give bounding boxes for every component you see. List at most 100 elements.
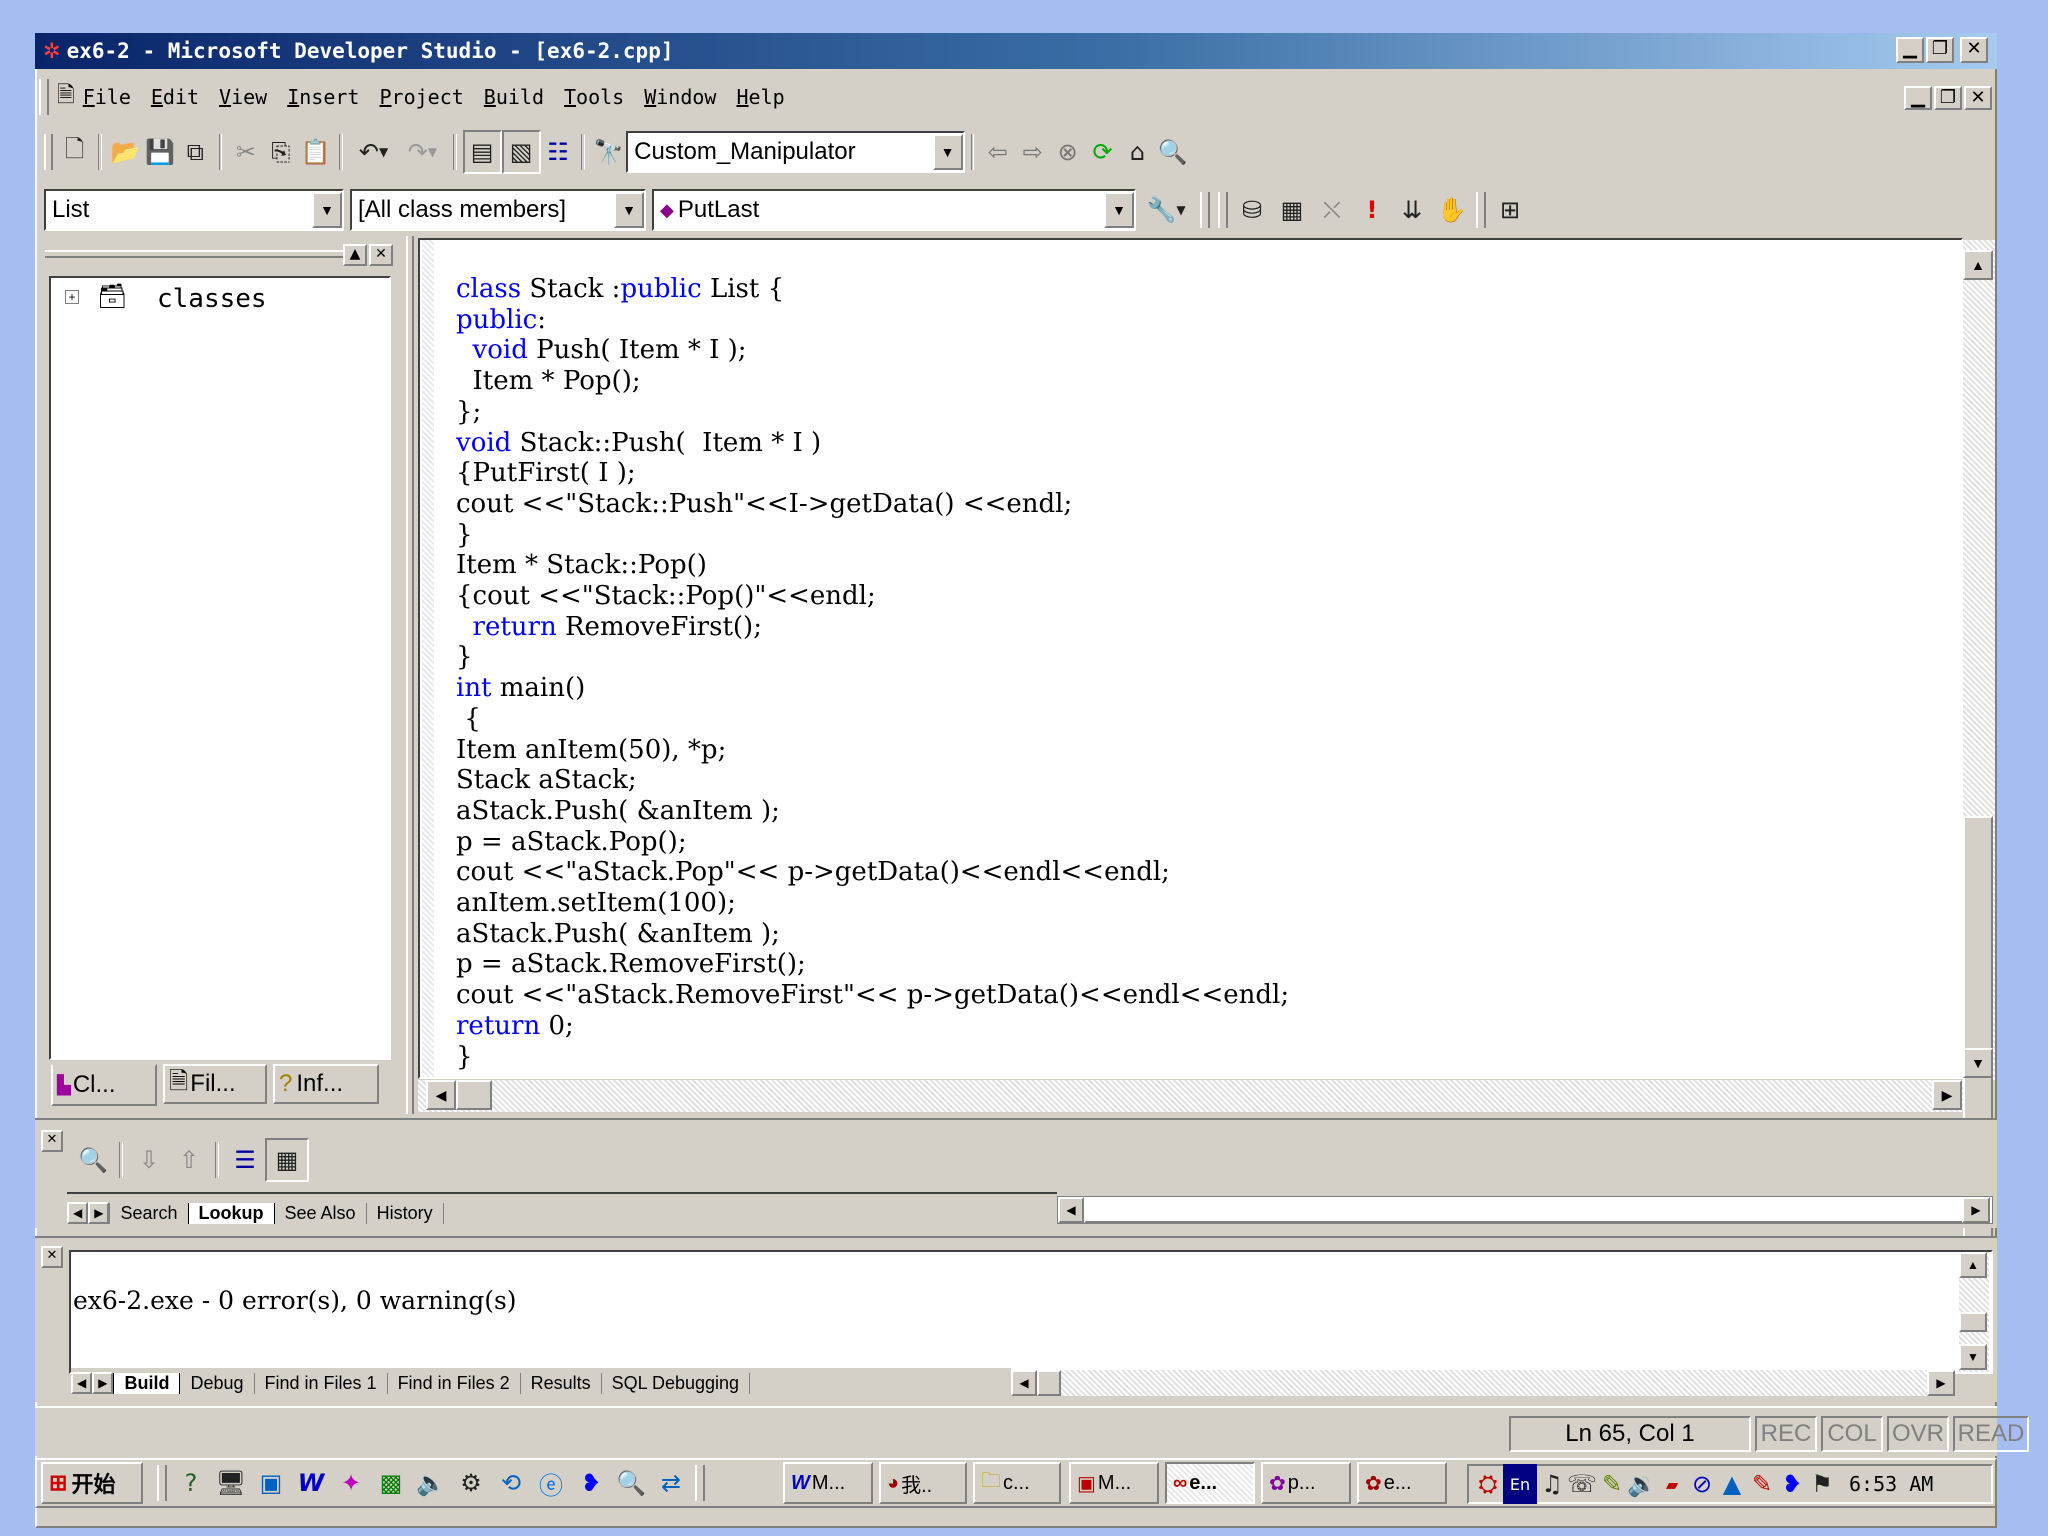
- tab-nav-left[interactable]: ◀: [67, 1202, 89, 1224]
- quicklaunch-paint-icon[interactable]: ✦: [331, 1463, 371, 1503]
- task-folder[interactable]: 🗀 c...: [973, 1462, 1061, 1504]
- workspace-toggle-icon[interactable]: ▤: [462, 130, 502, 174]
- scroll-right-button[interactable]: ▶: [1932, 1080, 1962, 1110]
- title-bar[interactable]: ✲ ex6-2 - Microsoft Developer Studio - […: [35, 33, 1997, 69]
- infoviewer-close-button[interactable]: ✕: [41, 1130, 63, 1152]
- code-line[interactable]: {PutFirst( I );: [456, 458, 1289, 489]
- code-line[interactable]: public:: [456, 305, 1289, 336]
- hscroll-thumb[interactable]: [456, 1080, 492, 1110]
- class-tree[interactable]: + 🗃 classes: [49, 276, 391, 1060]
- compile-icon[interactable]: ⛁: [1232, 190, 1272, 230]
- wizard-action-icon[interactable]: 🔧 ▼: [1136, 190, 1196, 230]
- next-topic-icon[interactable]: ⇧: [169, 1140, 209, 1180]
- workspace-maximize-button[interactable]: ▲: [343, 244, 367, 266]
- workspace-close-button[interactable]: ✕: [369, 244, 393, 266]
- task-powerpoint[interactable]: ▣ M...: [1069, 1462, 1159, 1504]
- copy-icon[interactable]: ⎘: [263, 132, 298, 172]
- tray-tool-icon[interactable]: ✎: [1597, 1464, 1627, 1504]
- add-resource-icon[interactable]: ⊞: [1490, 190, 1530, 230]
- build-icon[interactable]: ▦: [1272, 190, 1312, 230]
- workspace-grip[interactable]: [45, 250, 345, 258]
- chevron-down-icon[interactable]: ▼: [932, 134, 963, 170]
- task-p[interactable]: ✿ p...: [1261, 1462, 1351, 1504]
- breakpoint-hand-icon[interactable]: ✋: [1432, 190, 1472, 230]
- code-line[interactable]: void Stack::Push( Item * I ): [456, 428, 1289, 459]
- task-chinese[interactable]: ◕ 我..: [879, 1462, 967, 1504]
- hscroll-thumb[interactable]: [1037, 1370, 1061, 1396]
- code-line[interactable]: }: [456, 520, 1289, 551]
- tab-nav-right[interactable]: ▶: [88, 1202, 110, 1224]
- tray-paint-icon[interactable]: ✎: [1747, 1464, 1777, 1504]
- code-line[interactable]: p = aStack.RemoveFirst();: [456, 949, 1289, 980]
- tray-messenger-icon[interactable]: ❥: [1777, 1464, 1807, 1504]
- code-line[interactable]: return RemoveFirst();: [456, 612, 1289, 643]
- member-combo[interactable]: ◆ PutLast ▼: [652, 189, 1136, 231]
- doc-restore-button[interactable]: ❐: [1934, 86, 1962, 110]
- tab-nav-right[interactable]: ▶: [92, 1372, 114, 1394]
- tray-ati-icon[interactable]: ▰: [1657, 1464, 1687, 1504]
- find-combo[interactable]: Custom_Manipulator ▼: [626, 131, 965, 173]
- menu-grip[interactable]: [39, 79, 49, 115]
- code-line[interactable]: aStack.Push( &anItem );: [456, 796, 1289, 827]
- output-text-area[interactable]: ex6-2.exe - 0 error(s), 0 warning(s) ▲ ▼: [69, 1250, 1993, 1374]
- tab-lookup[interactable]: Lookup: [187, 1203, 275, 1224]
- doc-close-button[interactable]: ✕: [1964, 86, 1992, 110]
- tab-sql-debugging[interactable]: SQL Debugging: [602, 1372, 751, 1394]
- new-file-icon[interactable]: 🗋: [57, 132, 92, 172]
- code-line[interactable]: cout <<"aStack.Pop"<< p->getData()<<endl…: [456, 857, 1289, 888]
- code-line[interactable]: int main(): [456, 673, 1289, 704]
- quicklaunch-excel-icon[interactable]: ▩: [371, 1463, 411, 1503]
- tab-build[interactable]: Build: [113, 1372, 181, 1394]
- stop-build-icon[interactable]: ⛌: [1312, 190, 1352, 230]
- quicklaunch-speaker-icon[interactable]: 🔈: [411, 1463, 451, 1503]
- doc-minimize-button[interactable]: ▁: [1904, 86, 1932, 110]
- editor-vscrollbar[interactable]: ▲ ▼: [1963, 240, 1995, 1274]
- tab-history[interactable]: History: [367, 1203, 444, 1224]
- code-line[interactable]: class Stack :public List {: [456, 274, 1289, 305]
- toolbar-grip[interactable]: [1218, 192, 1228, 228]
- quicklaunch-monitor-icon[interactable]: 🖥: [211, 1463, 251, 1503]
- tray-ime-icon[interactable]: ⛭: [1473, 1464, 1503, 1504]
- code-editor[interactable]: class Stack :public List {public: void P…: [418, 238, 1963, 1079]
- scroll-left-button[interactable]: ◀: [1011, 1370, 1037, 1396]
- filter-combo[interactable]: [All class members] ▼: [350, 189, 646, 231]
- infoviewer-hscrollbar[interactable]: ◀ ▶: [1057, 1196, 1993, 1224]
- tab-nav-left[interactable]: ◀: [71, 1372, 93, 1394]
- tray-lang-icon[interactable]: En: [1503, 1464, 1537, 1504]
- home-icon[interactable]: ⌂: [1120, 132, 1155, 172]
- tray-display-icon[interactable]: ⊘: [1687, 1464, 1717, 1504]
- code-line[interactable]: p = aStack.Pop();: [456, 827, 1289, 858]
- refresh-icon[interactable]: ⟳: [1085, 132, 1120, 172]
- details-view-icon[interactable]: ▦: [265, 1138, 309, 1182]
- scroll-left-button[interactable]: ◀: [426, 1080, 456, 1110]
- code-line[interactable]: cout <<"Stack::Push"<<I->getData() <<end…: [456, 489, 1289, 520]
- menu-insert[interactable]: Insert: [287, 85, 359, 109]
- redo-icon[interactable]: ↷ ▼: [398, 132, 447, 172]
- editor-hscrollbar[interactable]: ◀ ▶: [418, 1080, 1963, 1112]
- code-line[interactable]: return 0;: [456, 1011, 1289, 1042]
- save-all-icon[interactable]: ⧉: [178, 132, 213, 172]
- toolbar-grip[interactable]: [1476, 192, 1486, 228]
- code-line[interactable]: cout <<"aStack.RemoveFirst"<< p->getData…: [456, 980, 1289, 1011]
- restore-button[interactable]: ❐: [1926, 37, 1954, 63]
- menu-view[interactable]: View: [219, 85, 267, 109]
- open-folder-icon[interactable]: 📂: [108, 132, 143, 172]
- tray-network-icon[interactable]: ☏: [1567, 1464, 1597, 1504]
- clock[interactable]: 6:53 AM: [1849, 1472, 1933, 1496]
- output-toggle-icon[interactable]: ▧: [501, 130, 541, 174]
- execute-icon[interactable]: !: [1352, 190, 1392, 230]
- chevron-down-icon[interactable]: ▼: [1104, 192, 1134, 228]
- toolbar-grip[interactable]: [44, 134, 54, 170]
- scroll-down-button[interactable]: ▼: [1959, 1344, 1987, 1370]
- code-line[interactable]: }: [456, 642, 1289, 673]
- paste-icon[interactable]: 📋: [298, 132, 333, 172]
- tab-see-also[interactable]: See Also: [275, 1203, 367, 1224]
- workspace-tab-infoview[interactable]: ? Inf...: [273, 1064, 379, 1104]
- scroll-up-button[interactable]: ▲: [1959, 1252, 1987, 1278]
- code-line[interactable]: aStack.Push( &anItem );: [456, 919, 1289, 950]
- code-line[interactable]: };: [456, 397, 1289, 428]
- tray-volume-icon[interactable]: 🔉: [1627, 1464, 1657, 1504]
- menu-tools[interactable]: Tools: [564, 85, 624, 109]
- hscroll-thumb[interactable]: [1084, 1197, 1990, 1223]
- tray-sound-icon[interactable]: ♫: [1537, 1464, 1567, 1504]
